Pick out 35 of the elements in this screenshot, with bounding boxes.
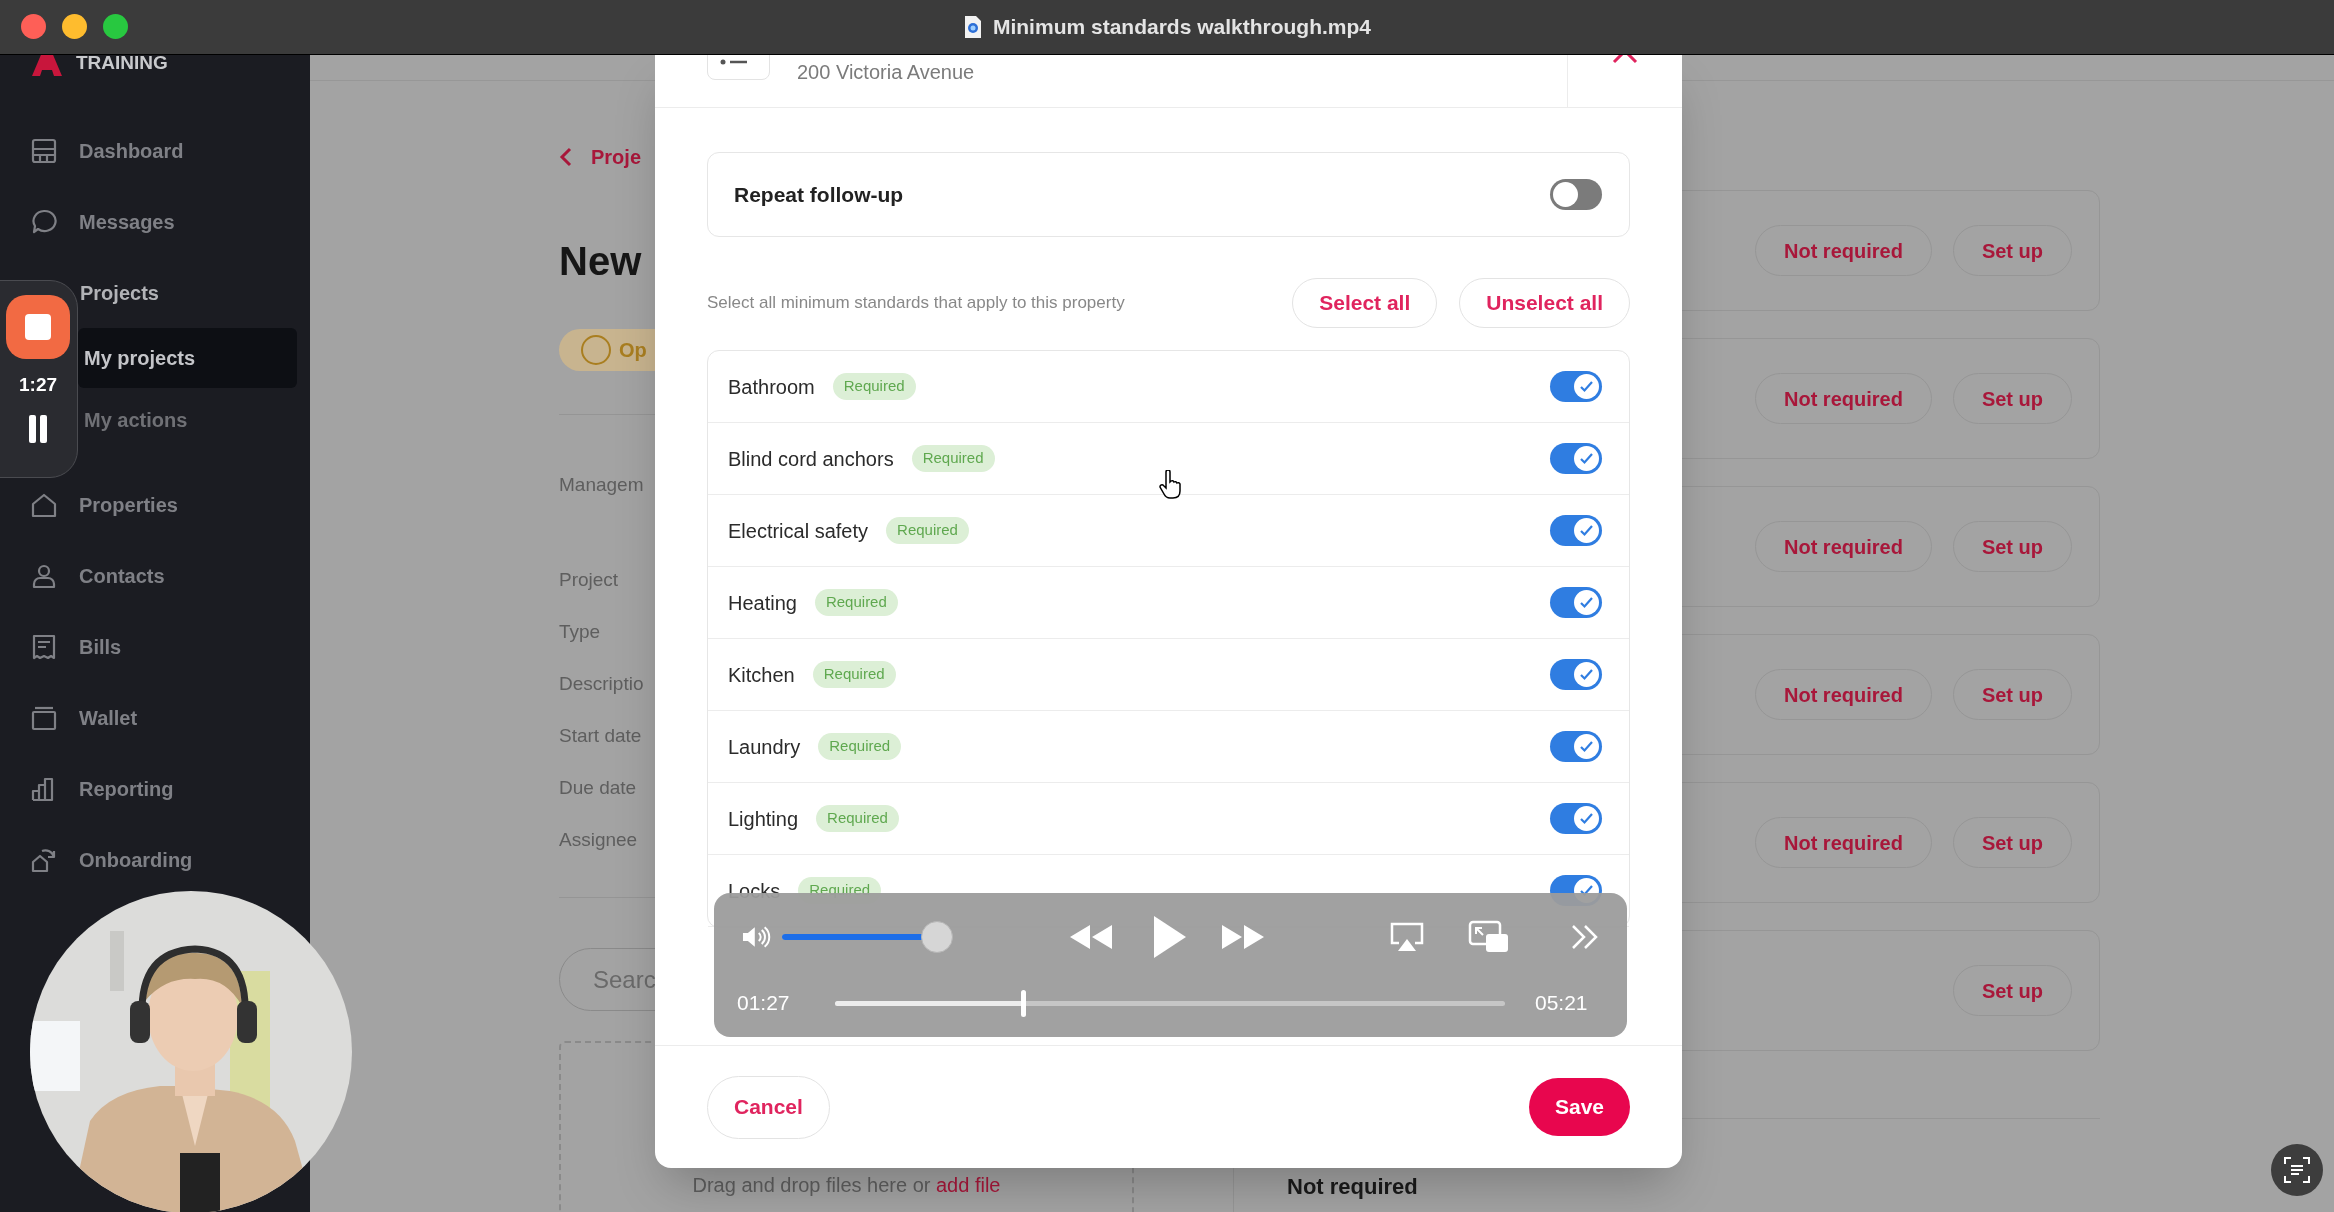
standard-name: Lighting — [728, 806, 799, 832]
required-tag: Required — [886, 517, 969, 544]
required-tag: Required — [812, 661, 896, 688]
standard-name: Heating — [728, 590, 797, 616]
required-tag: Required — [816, 805, 899, 832]
standard-name: Electrical safety — [728, 518, 869, 544]
section-label: Managem — [559, 473, 644, 497]
required-tag: Required — [832, 373, 916, 400]
brand-name: TRAINING — [76, 55, 168, 75]
field-label: Start date — [559, 724, 642, 748]
standard-name: Locks — [728, 878, 781, 904]
window-title: Minimum standards walkthrough.mp4 — [992, 14, 1371, 41]
recording-time: 1:27 — [19, 373, 57, 397]
dropzone-hint: Drag and drop files here or add file — [692, 1173, 1001, 1198]
status-text: Not required — [1287, 1173, 1419, 1201]
field-label: Descriptio — [559, 672, 644, 696]
field-label: Assignee — [559, 828, 638, 852]
address-text: 200 Victoria Avenue — [797, 60, 975, 85]
required-tag: Required — [814, 589, 898, 616]
elapsed-time: 01:27 — [737, 990, 791, 1017]
duration-time: 05:21 — [1535, 990, 1588, 1017]
breadcrumb-text: Proje — [591, 145, 642, 170]
standard-name: Bathroom — [728, 374, 815, 400]
field-label: Due date — [559, 776, 637, 800]
page-heading: New — [559, 238, 642, 285]
status-label: Op — [619, 338, 647, 363]
standard-name: Laundry — [728, 734, 801, 760]
standard-name: Kitchen — [728, 662, 795, 688]
required-tag: Required — [818, 733, 902, 760]
setting-label: Repeat follow-up — [734, 181, 904, 208]
instruction-text: Select all minimum standards that apply to this property — [707, 292, 1126, 315]
required-tag: Required — [911, 445, 995, 472]
standard-name: Blind cord anchors — [728, 446, 894, 472]
field-label: Project — [559, 568, 619, 592]
field-label: Type — [559, 620, 601, 644]
